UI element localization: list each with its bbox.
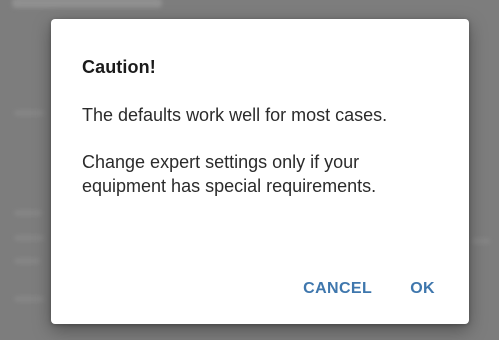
dialog-actions: CANCEL OK — [293, 274, 445, 304]
dialog-message-expert-settings: Change expert settings only if your equi… — [82, 152, 377, 196]
background-content-line — [14, 210, 42, 216]
dialog-message-defaults: The defaults work well for most cases. — [82, 105, 388, 125]
background-content-line — [14, 235, 44, 241]
background-content-line — [14, 258, 40, 264]
dialog-title: Caution! — [82, 57, 156, 77]
cancel-button[interactable]: CANCEL — [293, 274, 382, 304]
background-content-line — [14, 296, 44, 302]
background-content-line — [472, 238, 490, 244]
ok-button[interactable]: OK — [400, 274, 445, 304]
background-content-line — [14, 110, 44, 116]
background-screen-title — [12, 0, 162, 8]
caution-dialog: Caution! The defaults work well for most… — [51, 19, 469, 324]
dialog-message: The defaults work well for most cases. C… — [82, 103, 442, 221]
